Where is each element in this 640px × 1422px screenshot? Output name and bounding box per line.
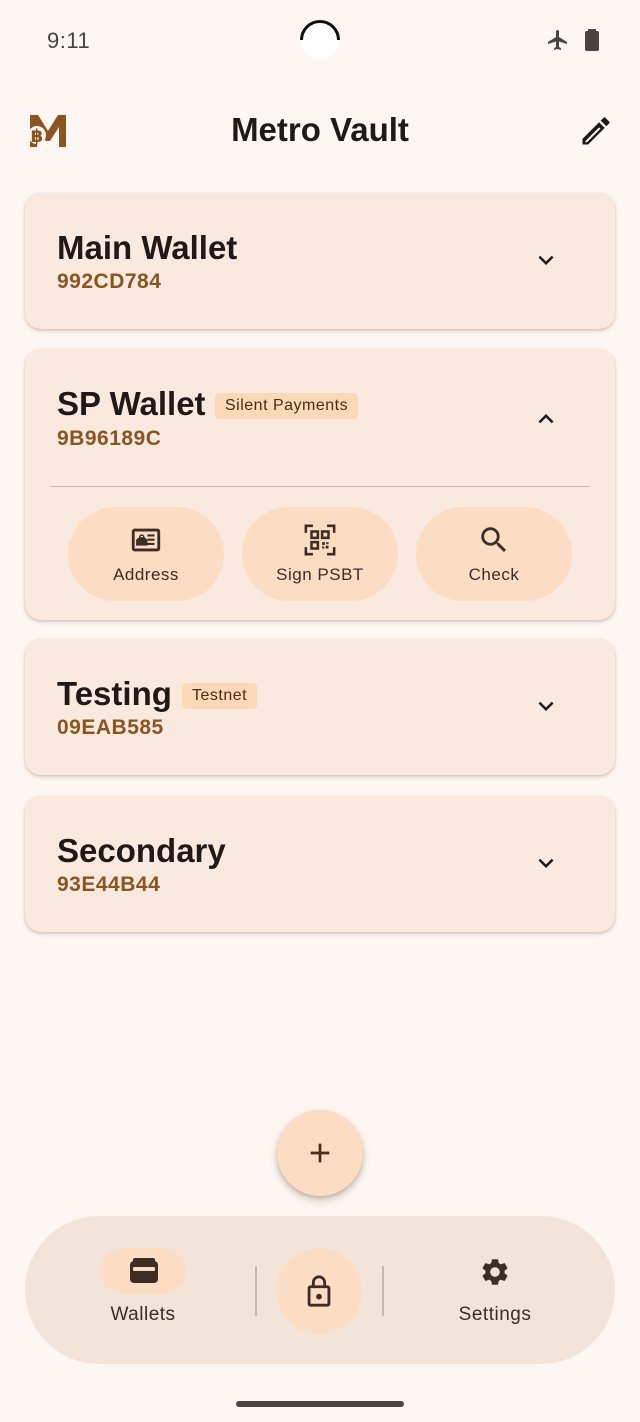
wallet-card-testing[interactable]: Testing Testnet 09EAB585: [25, 639, 615, 775]
status-bar: 9:11: [0, 0, 640, 80]
edit-icon[interactable]: [578, 113, 614, 149]
wallet-card-secondary[interactable]: Secondary 93E44B44: [25, 796, 615, 932]
chevron-down-icon[interactable]: [531, 245, 561, 275]
testnet-badge: Testnet: [182, 683, 258, 709]
home-indicator[interactable]: [236, 1401, 404, 1407]
qr-scan-icon: [304, 524, 336, 556]
status-time: 9:11: [47, 28, 91, 53]
check-label: Check: [468, 565, 520, 584]
contact-card-icon: [131, 528, 161, 552]
lock-button[interactable]: [276, 1248, 362, 1334]
nav-wallets-label: Wallets: [110, 1304, 176, 1325]
wallet-card-main[interactable]: Main Wallet 992CD784: [25, 193, 615, 329]
nav-divider: [255, 1266, 257, 1316]
nav-item-wallets[interactable]: Wallets: [85, 1216, 201, 1364]
address-button[interactable]: Address: [68, 507, 224, 601]
plus-icon: [310, 1143, 330, 1163]
gear-icon: [482, 1259, 508, 1285]
airplane-mode-icon: [548, 30, 567, 50]
chevron-down-icon[interactable]: [531, 848, 561, 878]
wallet-fingerprint: 992CD784: [57, 270, 162, 293]
address-label: Address: [113, 565, 179, 584]
nav-divider: [382, 1266, 384, 1316]
search-icon: [481, 527, 507, 553]
silent-payments-badge: Silent Payments: [215, 393, 359, 419]
wallet-name: Main Wallet: [57, 229, 238, 266]
wallet-name: Testing: [57, 675, 172, 712]
wallet-icon: [130, 1258, 158, 1283]
status-icons: [546, 28, 600, 52]
nav-settings-label: Settings: [458, 1304, 532, 1325]
lock-icon: [307, 1275, 331, 1307]
bottom-navigation: Wallets Settings: [25, 1216, 615, 1364]
chevron-up-icon[interactable]: [531, 404, 561, 434]
page-title: Metro Vault: [231, 111, 409, 148]
wallet-fingerprint: 9B96189C: [57, 427, 162, 450]
sign-psbt-button[interactable]: Sign PSBT: [242, 507, 398, 601]
chevron-down-icon[interactable]: [531, 691, 561, 721]
wallet-fingerprint: 09EAB585: [57, 716, 164, 739]
wallet-name: Secondary: [57, 832, 226, 869]
wallet-name: SP Wallet: [57, 385, 206, 422]
nav-wallets-indicator: [100, 1248, 186, 1294]
add-wallet-button[interactable]: [277, 1110, 363, 1196]
card-divider: [50, 486, 590, 487]
nav-item-settings[interactable]: Settings: [435, 1216, 555, 1364]
battery-icon: [585, 29, 599, 51]
wallet-card-sp[interactable]: SP Wallet Silent Payments 9B96189C Addre…: [25, 349, 615, 620]
wallet-fingerprint: 93E44B44: [57, 873, 161, 896]
sign-psbt-label: Sign PSBT: [276, 565, 364, 584]
app-bar: ฿ Metro Vault: [0, 95, 640, 167]
check-button[interactable]: Check: [416, 507, 572, 601]
